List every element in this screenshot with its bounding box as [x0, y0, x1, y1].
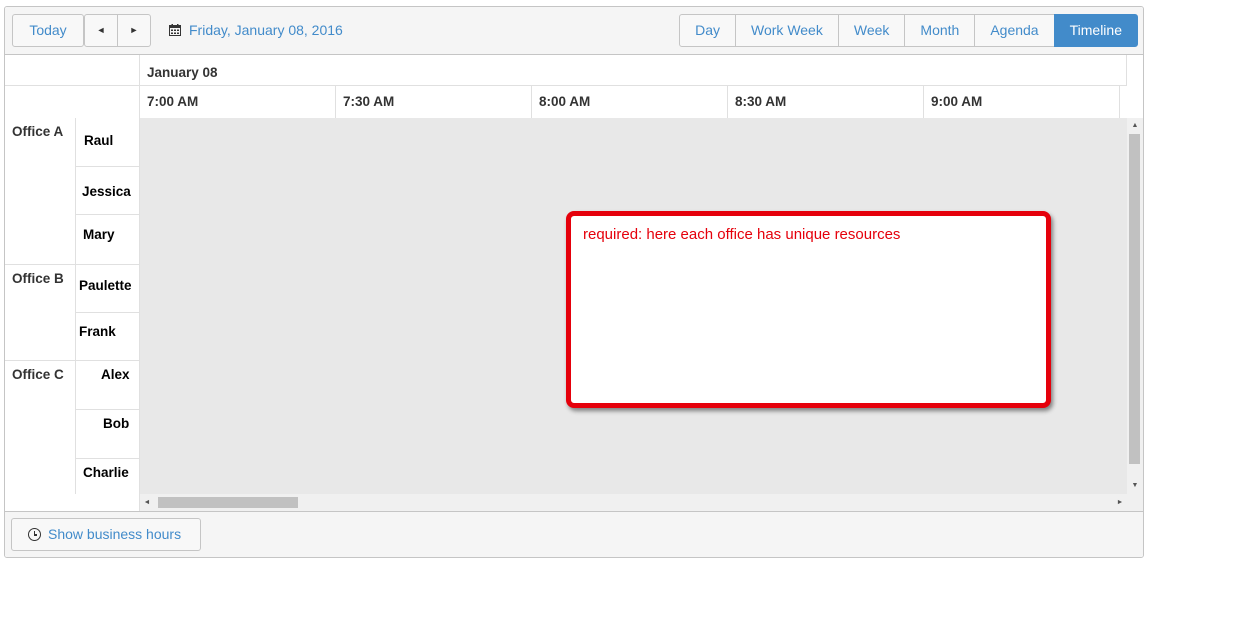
horizontal-scrollbar[interactable]: ◄ ►: [140, 494, 1127, 511]
resource-column: Office A Raul Jessica Mary Office B Paul…: [5, 118, 140, 494]
next-button[interactable]: ►: [117, 14, 151, 47]
timeline-time-header: 7:00 AM 7:30 AM 8:00 AM 8:30 AM 9:00 AM: [140, 86, 1127, 118]
time-slot-label: 7:00 AM: [147, 94, 199, 109]
annotation-callout: required: here each office has unique re…: [566, 211, 1051, 408]
resource-name: Jessica: [82, 184, 131, 199]
clock-icon: [28, 528, 41, 541]
time-slot-label: 9:00 AM: [931, 94, 983, 109]
view-switcher: Day Work Week Week Month Agenda Timeline: [679, 14, 1138, 47]
resource-name: Frank: [79, 324, 116, 339]
show-business-hours-button[interactable]: Show business hours: [11, 518, 201, 551]
office-group-b: Office B Paulette Frank: [5, 265, 140, 361]
view-month-button[interactable]: Month: [904, 14, 976, 47]
resource-row: Paulette: [75, 265, 140, 313]
view-day-button[interactable]: Day: [679, 14, 737, 47]
current-date-label: Friday, January 08, 2016: [189, 22, 343, 38]
previous-button[interactable]: ◄: [84, 14, 118, 47]
resource-header-corner: [5, 55, 140, 118]
scheduler-footer: Show business hours: [5, 511, 1143, 557]
office-group-a: Office A Raul Jessica Mary: [5, 118, 140, 265]
scroll-left-icon[interactable]: ◄: [142, 498, 152, 508]
time-slot-label: 8:00 AM: [539, 94, 591, 109]
resource-name: Mary: [83, 227, 115, 242]
vertical-scrollbar[interactable]: ▲ ▼: [1127, 118, 1143, 494]
office-group-c: Office C Alex Bob Charlie: [5, 361, 140, 494]
resource-name: Alex: [101, 367, 130, 382]
time-slot-label: 7:30 AM: [343, 94, 395, 109]
resource-name: Raul: [84, 133, 114, 148]
vertical-scroll-thumb[interactable]: [1129, 134, 1140, 464]
scroll-up-icon[interactable]: ▲: [1127, 121, 1143, 131]
resource-row: Bob: [75, 410, 140, 459]
resource-row: Alex: [75, 361, 140, 410]
time-slot-header: 7:30 AM: [336, 86, 532, 118]
resource-row: Charlie: [75, 459, 140, 494]
resource-scroll-gutter: [5, 494, 140, 511]
time-slot-header: 8:30 AM: [728, 86, 924, 118]
triangle-left-icon: ◄: [96, 25, 106, 35]
view-work-week-button[interactable]: Work Week: [735, 14, 839, 47]
current-date-picker[interactable]: Friday, January 08, 2016: [169, 14, 343, 47]
time-slot-header: 9:00 AM: [924, 86, 1120, 118]
date-header-label: January 08: [147, 65, 218, 80]
timeline-content-area[interactable]: required: here each office has unique re…: [140, 118, 1127, 494]
timeline-date-header: January 08: [140, 55, 1127, 86]
resource-row: Mary: [75, 215, 140, 265]
resource-row: Jessica: [75, 167, 140, 215]
today-button[interactable]: Today: [12, 14, 84, 47]
resource-row: Frank: [75, 313, 140, 361]
resource-row: Raul: [75, 118, 140, 167]
business-hours-label: Show business hours: [48, 526, 182, 542]
time-slot-header: 8:00 AM: [532, 86, 728, 118]
resource-name: Paulette: [79, 278, 132, 293]
office-name: Office A: [12, 124, 64, 139]
header-scroll-gutter: [1127, 55, 1143, 118]
triangle-right-icon: ►: [129, 25, 139, 35]
horizontal-scroll-thumb[interactable]: [158, 497, 298, 508]
view-agenda-button[interactable]: Agenda: [974, 14, 1055, 47]
annotation-text: required: here each office has unique re…: [583, 226, 901, 243]
view-week-button[interactable]: Week: [837, 14, 906, 47]
time-slot-header: 7:00 AM: [140, 86, 336, 118]
scroll-down-icon[interactable]: ▼: [1127, 481, 1143, 491]
scheduler-toolbar: Today ◄ ► Friday, January 08, 2016 Day W…: [5, 7, 1143, 55]
scrollbar-corner: [1127, 494, 1143, 511]
calendar-icon: [169, 15, 181, 36]
view-timeline-button[interactable]: Timeline: [1053, 14, 1138, 47]
time-slot-label: 8:30 AM: [735, 94, 787, 109]
office-name: Office C: [12, 367, 64, 382]
office-name: Office B: [12, 271, 64, 286]
scheduler: Today ◄ ► Friday, January 08, 2016 Day W…: [4, 6, 1144, 558]
scroll-right-icon[interactable]: ►: [1115, 498, 1125, 508]
resource-name: Charlie: [83, 465, 129, 480]
resource-name: Bob: [103, 416, 130, 431]
